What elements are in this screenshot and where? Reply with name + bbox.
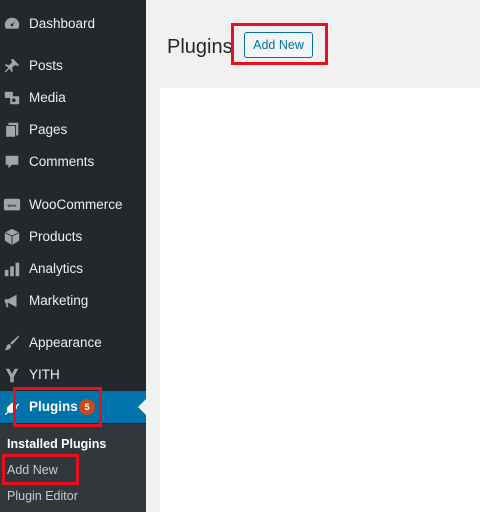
sidebar-item-analytics[interactable]: Analytics bbox=[0, 253, 146, 285]
sidebar-item-label: WooCommerce bbox=[29, 197, 123, 212]
sidebar-item-dashboard[interactable]: Dashboard bbox=[0, 8, 146, 40]
sidebar-item-yith[interactable]: YITH bbox=[0, 359, 146, 391]
sidebar-item-marketing[interactable]: Marketing bbox=[0, 285, 146, 317]
sidebar-item-label: Pages bbox=[29, 122, 68, 137]
sidebar-item-woocommerce[interactable]: woo WooCommerce bbox=[0, 189, 146, 221]
sidebar-item-label: Posts bbox=[29, 58, 63, 73]
update-count-badge: 5 bbox=[79, 399, 95, 415]
sidebar-item-plugins[interactable]: Plugins 5 bbox=[0, 391, 146, 423]
paintbrush-icon bbox=[4, 335, 20, 351]
admin-sidebar: Dashboard Posts Media Pages Comments woo bbox=[0, 0, 146, 512]
sidebar-item-products[interactable]: Products bbox=[0, 221, 146, 253]
woocommerce-icon: woo bbox=[3, 198, 21, 211]
content-panel bbox=[160, 88, 480, 512]
add-new-button[interactable]: Add New bbox=[244, 32, 313, 58]
svg-text:woo: woo bbox=[7, 203, 17, 208]
media-icon bbox=[4, 91, 20, 105]
submenu-item-installed-plugins[interactable]: Installed Plugins bbox=[7, 436, 106, 452]
yith-icon bbox=[5, 368, 19, 383]
pages-icon bbox=[5, 122, 19, 138]
plugins-submenu: Installed Plugins Add New Plugin Editor bbox=[0, 424, 146, 512]
sidebar-item-label: Analytics bbox=[29, 261, 84, 276]
sidebar-item-label: Marketing bbox=[29, 293, 89, 308]
sidebar-item-label: Media bbox=[29, 90, 66, 105]
megaphone-icon bbox=[4, 294, 17, 308]
sidebar-item-label: Appearance bbox=[29, 335, 102, 350]
dashboard-icon bbox=[4, 17, 20, 29]
sidebar-item-appearance[interactable]: Appearance bbox=[0, 327, 146, 359]
sidebar-item-label: Comments bbox=[29, 154, 95, 169]
page-title: Plugins bbox=[167, 36, 233, 58]
pin-icon bbox=[4, 58, 20, 73]
box-icon bbox=[4, 228, 20, 246]
sidebar-item-label: Products bbox=[29, 229, 83, 244]
bar-chart-icon bbox=[4, 262, 20, 277]
sidebar-item-posts[interactable]: Posts bbox=[0, 50, 146, 82]
sidebar-item-pages[interactable]: Pages bbox=[0, 114, 146, 146]
comment-icon bbox=[5, 155, 19, 169]
sidebar-item-comments[interactable]: Comments bbox=[0, 146, 146, 178]
plugin-icon bbox=[4, 399, 20, 416]
sidebar-item-label: Plugins bbox=[29, 399, 78, 414]
sidebar-item-label: YITH bbox=[29, 367, 60, 382]
submenu-item-plugin-editor[interactable]: Plugin Editor bbox=[7, 488, 78, 504]
submenu-item-add-new[interactable]: Add New bbox=[7, 462, 58, 478]
sidebar-item-label: Dashboard bbox=[29, 16, 96, 31]
active-menu-arrow bbox=[138, 399, 146, 415]
sidebar-item-media[interactable]: Media bbox=[0, 82, 146, 114]
